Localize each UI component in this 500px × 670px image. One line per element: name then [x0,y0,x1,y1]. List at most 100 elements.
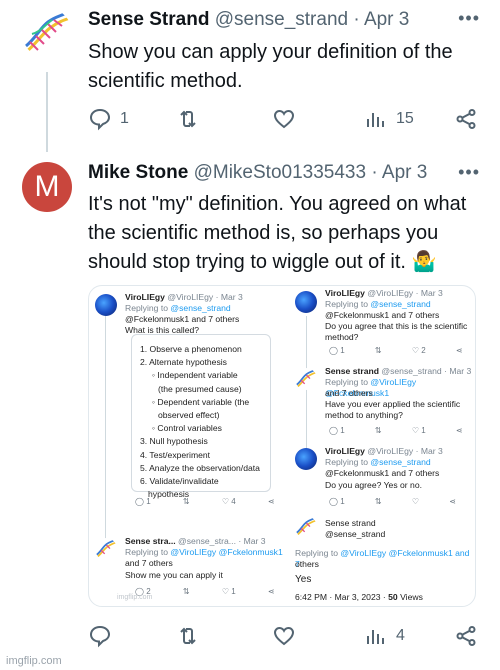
tweet-text-line: Show you can apply your definition of th… [88,41,453,63]
mini-name: Sense strand [325,366,379,376]
tweet-date[interactable]: Apr 3 [364,9,409,30]
tweet-actions: 4 [88,624,482,652]
user-handle[interactable]: @MikeSto01335433 [194,162,366,183]
like-button[interactable] [272,107,296,131]
more-options-icon[interactable]: ••• [458,8,480,29]
mini-like-icon: ♡ [411,346,419,355]
step-item: 2. Alternate hypothesis [140,357,227,368]
step-item: observed effect) [158,410,220,421]
mini-count: 1 [421,426,426,435]
mini-count: 4 [231,497,236,506]
mini-share-icon: ⋖ [267,587,275,596]
tweet-sense-strand[interactable]: Sense Strand @sense_strand · Apr 3 ••• S… [0,0,500,152]
thread-connector-line [46,72,48,152]
share-button[interactable] [454,624,478,648]
step-item: ◦ Control variables [152,423,222,434]
mini-actions: ◯ 1 ⇅ ♡ 2 ⋖ [329,346,463,355]
mini-share-icon: ⋖ [449,497,456,506]
mike-stone-avatar[interactable]: M [22,162,72,212]
mini-like-icon: ♡ [221,497,229,506]
mini-name: Sense stra... [125,536,176,546]
views-button[interactable]: 15 [364,107,414,131]
tweet-text-line: should stop trying to wiggle out of it. … [88,251,437,273]
mini-views-label: Views [400,592,423,602]
thread-line [306,316,307,466]
share-button[interactable] [454,107,478,131]
mini-tweet-header: ViroLIEgy @ViroLIEgy · Mar 3 [325,288,443,299]
like-button[interactable] [272,624,296,648]
sense-strand-mini-avatar [95,538,117,560]
mini-replying: Replying to @sense_strand [325,299,431,310]
replying-label: Replying to [295,548,338,558]
mini-tweet-text: method to anything? [325,410,403,420]
mini-name: ViroLIEgy [325,446,365,456]
mini-share-icon: ⋖ [455,346,463,355]
mini-views-count: 50 [388,592,398,602]
replying-others: @Fckelonmusk1 and 7 others [125,314,240,324]
tweet-text-line: the scientific method is, so perhaps you [88,222,439,244]
thread-line [105,316,106,544]
step-item: 4. Test/experiment [140,449,211,460]
mini-handle: @ViroLIEgy · Mar 3 [367,288,443,298]
step-item: ◦ Dependent variable (the [152,396,250,407]
views-button[interactable]: 4 [364,624,405,648]
replying-handle: @ViroLIEgy @Fckelonmusk1 [170,547,283,557]
mini-replying: Replying to @ViroLIEgy @Fckelonmusk1 and… [295,548,475,570]
mini-handle: @sense_strand · Mar 3 [381,366,472,376]
tweet-text-line: It's not "my" definition. You agreed on … [88,193,467,215]
retweet-button[interactable] [176,624,200,648]
mini-count: 1 [340,426,345,435]
replying-label: Replying to [325,377,368,387]
mini-tweet-header: Sense strand @sense_strand · Mar 3 [325,366,471,377]
replying-label: Replying to [325,457,368,467]
mini-retweet-icon: ⇅ [374,346,382,355]
mini-name: ViroLIEgy [325,288,365,298]
dna-logo-icon [22,8,72,58]
tweet-text: It's not "my" definition. You agreed on … [88,190,480,277]
reply-button[interactable] [88,624,112,648]
mini-watermark: imgflip.com [117,594,153,601]
mini-reply-icon: ◯ [329,426,338,435]
display-name[interactable]: Mike Stone [88,162,188,183]
separator-dot: · [371,162,378,183]
tweet-date[interactable]: Apr 3 [382,162,427,183]
mini-actions: ◯ 1 ⇅ ♡ 4 ⋖ [135,497,275,506]
user-handle[interactable]: @sense_strand [215,9,348,30]
views-count: 15 [396,110,414,127]
mini-actions: ◯ 1 ⇅ ♡ ⋖ [329,497,456,506]
display-name[interactable]: Sense Strand [88,9,209,30]
replying-others: @Fckelonmusk1 and 7 others [325,310,440,320]
steps-list: 1. Observe a phenomenon 2. Alternate hypo… [140,343,260,501]
mini-tweet-text: Yes [295,574,312,585]
mini-tweet-header: ViroLIEgy @ViroLIEgy · Mar 3 [125,292,243,303]
mini-handle: @ViroLIEgy · Mar 3 [167,292,243,302]
sense-strand-mini-avatar [295,368,317,390]
replying-others: and 7 others [325,388,373,398]
embedded-screenshot-image[interactable]: ViroLIEgy @ViroLIEgy · Mar 3 Replying to… [88,285,476,607]
reply-button[interactable]: 1 [88,107,129,131]
mini-handle: @sense_strand [325,529,386,539]
reply-count: 1 [120,110,129,127]
replying-others: others [295,559,319,569]
tweet-text: Show you can apply your definition of th… [88,38,480,96]
reply-icon [89,625,111,648]
replying-handle: @sense_strand [170,303,231,313]
dna-logo-icon [296,369,317,389]
step-item: 1. Observe a phenomenon [140,344,242,354]
mini-like-icon: ♡ [411,497,419,506]
sense-strand-avatar[interactable] [22,8,72,58]
share-icon [456,626,476,646]
mini-tweet-text: Do you agree? Yes or no. [325,480,422,490]
retweet-button[interactable] [176,107,200,131]
mini-reply-icon: ◯ [135,497,144,506]
heart-icon [273,626,295,646]
share-icon [456,109,476,129]
mini-handle: @sense_stra... · Mar 3 [178,536,266,546]
mini-actions: ◯ 2 ⇅ ♡ 1 ⋖ [135,587,275,596]
more-options-icon[interactable]: ••• [458,162,480,183]
mini-like-icon: ♡ [411,426,419,435]
replying-handle: @sense_strand [370,457,431,467]
mini-timestamp: 6:42 PM · Mar 3, 2023 · [295,592,386,602]
mini-retweet-icon: ⇅ [374,497,382,506]
retweet-icon [180,627,196,645]
